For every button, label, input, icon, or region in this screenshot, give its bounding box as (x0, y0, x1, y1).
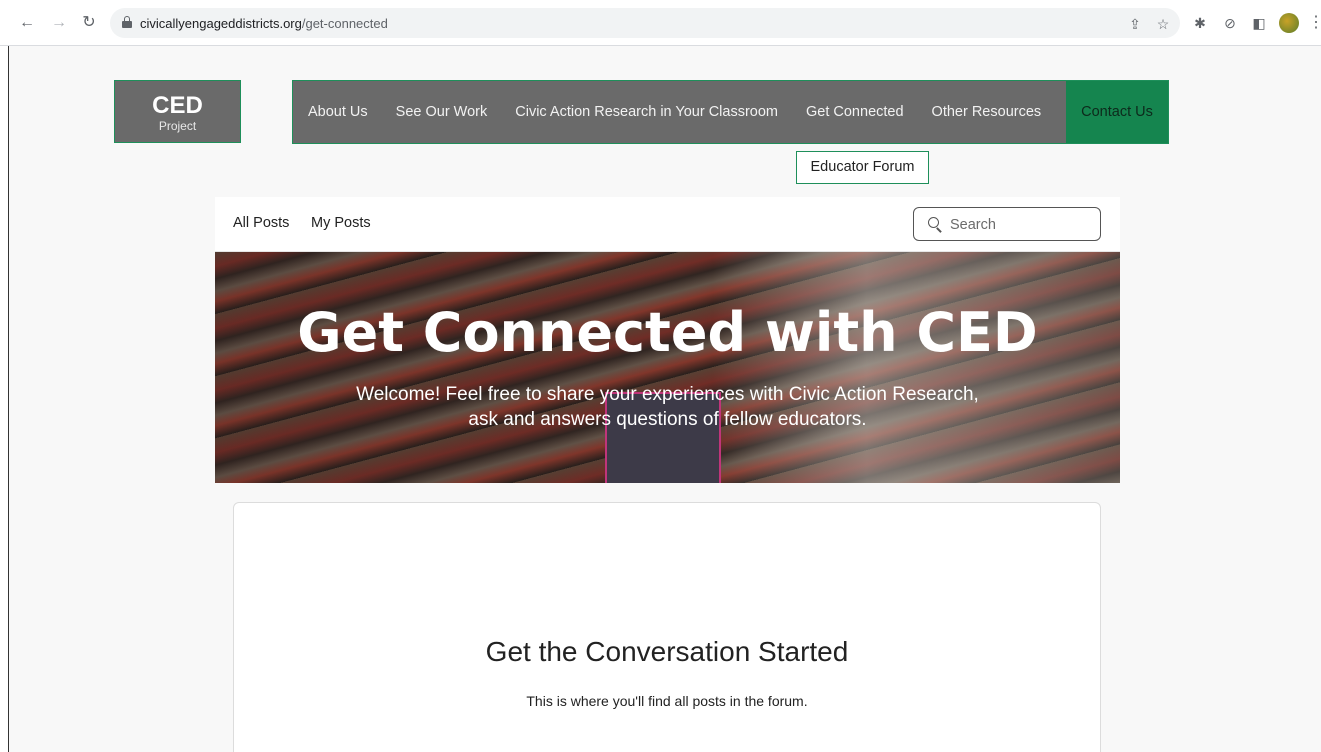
address-bar[interactable]: civicallyengageddistricts.org/get-connec… (110, 8, 1180, 38)
hero-subtitle: Welcome! Feel free to share your experie… (356, 384, 979, 430)
reload-icon[interactable]: ↻ (78, 12, 100, 34)
browser-menu-icon[interactable]: ⋮ (1308, 13, 1321, 33)
browser-toolbar: ← → ↻ civicallyengageddistricts.org/get-… (0, 0, 1321, 46)
profile-avatar[interactable] (1279, 13, 1299, 33)
share-icon[interactable]: ⇪ (1127, 16, 1143, 32)
hero-banner: Get Connected with CED Welcome! Feel fre… (215, 252, 1120, 483)
empty-state-text: This is where you'll find all posts in t… (526, 693, 808, 709)
bookmark-star-icon[interactable]: ☆ (1155, 16, 1171, 32)
forward-arrow-icon[interactable]: → (48, 12, 70, 34)
empty-state-title: Get the Conversation Started (485, 636, 849, 667)
search-input[interactable] (950, 215, 1090, 235)
logo-subtitle: Project (158, 119, 197, 133)
site-logo[interactable]: CED Project (114, 80, 241, 143)
tab-my-posts[interactable]: My Posts (311, 215, 371, 231)
back-arrow-icon[interactable]: ← (16, 12, 38, 34)
nav-about-us[interactable]: About Us (293, 80, 382, 144)
url-domain: civicallyengageddistricts.org (140, 16, 302, 31)
side-panel-icon[interactable]: ◧ (1251, 15, 1267, 31)
nav-other-resources[interactable]: Other Resources (918, 80, 1056, 144)
nav-contact-us[interactable]: Contact Us (1066, 81, 1168, 143)
nav-civic-action-research[interactable]: Civic Action Research in Your Classroom (501, 80, 792, 144)
search-icon (928, 217, 942, 233)
search-box[interactable] (913, 207, 1101, 241)
nav-see-our-work[interactable]: See Our Work (382, 80, 502, 144)
tab-all-posts[interactable]: All Posts (233, 215, 289, 231)
lock-icon (122, 16, 132, 28)
hero-title: Get Connected with CED (297, 301, 1038, 364)
extensions-puzzle-icon[interactable]: ✱ (1192, 15, 1208, 31)
nav-get-connected[interactable]: Get Connected (792, 80, 918, 144)
url-text: civicallyengageddistricts.org/get-connec… (140, 16, 388, 31)
extension-icon[interactable]: ⊘ (1222, 15, 1238, 31)
main-navigation: About Us See Our Work Civic Action Resea… (292, 80, 1169, 144)
forum-toolbar: All Posts My Posts (215, 197, 1120, 252)
submenu-educator-forum[interactable]: Educator Forum (796, 151, 929, 184)
logo-title: CED (152, 92, 203, 119)
url-path: /get-connected (301, 16, 388, 31)
posts-empty-state: Get the Conversation Started This is whe… (233, 502, 1101, 752)
